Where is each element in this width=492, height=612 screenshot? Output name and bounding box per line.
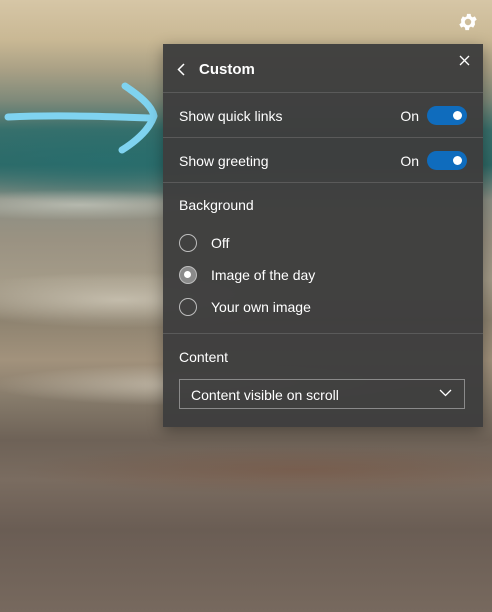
radio-label: Image of the day — [211, 267, 316, 283]
content-label: Content — [179, 349, 229, 365]
radio-option-off[interactable]: Off — [179, 232, 229, 254]
quick-links-state: On — [400, 108, 419, 124]
dropdown-chevron-icon — [439, 389, 452, 397]
toggle-knob — [453, 156, 462, 165]
settings-gear-icon[interactable] — [455, 9, 481, 35]
content-dropdown-value: Content visible on scroll — [191, 387, 339, 403]
back-button[interactable] — [173, 60, 189, 78]
back-chevron-icon — [177, 62, 185, 76]
panel-title: Custom — [199, 61, 255, 78]
greeting-toggle[interactable] — [427, 151, 467, 170]
radio-option-your-own-image[interactable]: Your own image — [179, 296, 311, 318]
greeting-state: On — [400, 153, 419, 169]
greeting-label: Show greeting — [179, 153, 269, 169]
close-button[interactable] — [455, 51, 473, 69]
greeting-row: Show greeting On — [163, 138, 483, 182]
quick-links-toggle[interactable] — [427, 106, 467, 125]
customize-panel: Custom Show quick links On Show greeting… — [163, 44, 483, 427]
content-dropdown[interactable]: Content visible on scroll — [179, 379, 465, 409]
quick-links-label: Show quick links — [179, 108, 283, 124]
radio-button[interactable] — [179, 234, 197, 252]
background-section: Background Off Image of the day Your own… — [163, 183, 483, 333]
radio-button[interactable] — [179, 298, 197, 316]
annotation-arrow — [4, 82, 158, 154]
toggle-knob — [453, 111, 462, 120]
content-section: Content Content visible on scroll — [163, 334, 483, 427]
radio-option-image-of-the-day[interactable]: Image of the day — [179, 264, 315, 286]
radio-button-selected[interactable] — [179, 266, 197, 284]
radio-label: Your own image — [211, 299, 311, 315]
panel-header: Custom — [163, 44, 483, 92]
quick-links-row: Show quick links On — [163, 93, 483, 137]
radio-label: Off — [211, 235, 230, 251]
close-icon — [459, 55, 469, 65]
background-label: Background — [179, 197, 254, 213]
